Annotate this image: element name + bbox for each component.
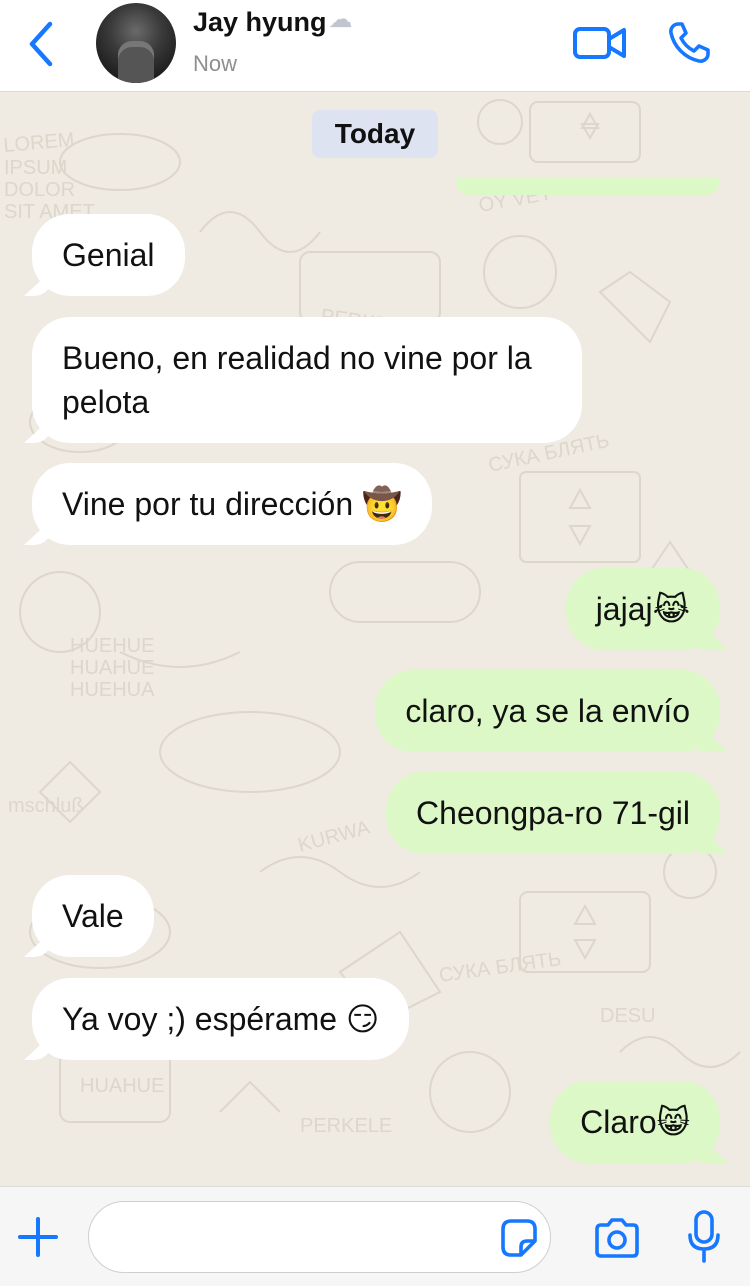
svg-text:mschluß: mschluß [8, 795, 84, 817]
message-outgoing[interactable]: claro, ya se la envío [375, 670, 720, 752]
message-outgoing[interactable]: jajaj😹 [565, 568, 720, 650]
phone-icon [669, 22, 710, 63]
svg-text:PERKELE: PERKELE [300, 1115, 392, 1137]
video-camera-icon [573, 27, 626, 59]
message-composer [0, 1186, 750, 1286]
message-incoming[interactable]: Vine por tu dirección 🤠 [32, 463, 432, 545]
svg-text:DESU: DESU [600, 1005, 656, 1027]
message-text: jajaj [595, 591, 653, 627]
sticker-icon [501, 1219, 537, 1257]
camera-button[interactable] [593, 1217, 641, 1259]
message-text: Claro [580, 1104, 657, 1140]
message-input[interactable] [88, 1201, 551, 1273]
svg-text:HUEHUE: HUEHUE [70, 635, 154, 657]
message-text: Bueno, en realidad no vine por la pelota [62, 340, 532, 420]
microphone-icon [688, 1210, 720, 1263]
message-text: Genial [62, 237, 155, 273]
date-separator: Today [312, 110, 438, 158]
message-text: Ya voy ;) espérame [62, 1001, 338, 1037]
message-text: Cheongpa-ro 71-gil [416, 795, 690, 831]
message-incoming[interactable]: Ya voy ;) espérame 😏 [32, 978, 410, 1060]
smirk-emoji-icon: 😏 [345, 1000, 380, 1038]
message-text: Vine por tu dirección [62, 486, 354, 522]
grinning-cat-emoji-icon: 😸 [656, 1103, 690, 1141]
attach-button[interactable] [16, 1215, 60, 1259]
camera-icon [595, 1218, 639, 1258]
cowboy-emoji-icon: 🤠 [362, 485, 402, 523]
video-call-button[interactable] [572, 24, 628, 62]
svg-text:HUAHUE: HUAHUE [80, 1075, 164, 1097]
svg-text:IPSUM: IPSUM [4, 157, 67, 179]
svg-text:HUEHUA: HUEHUA [70, 679, 155, 701]
message-text: Vale [62, 898, 124, 934]
chat-header: Jay hyung ☁ Now [0, 0, 750, 92]
message-incoming[interactable]: Genial [32, 214, 185, 296]
cloud-icon: ☁ [328, 5, 353, 33]
chevron-left-icon [29, 21, 53, 67]
contact-name[interactable]: Jay hyung ☁ [193, 7, 353, 38]
voice-message-button[interactable] [686, 1209, 722, 1265]
contact-name-text: Jay hyung [193, 7, 327, 37]
previous-message-bubble[interactable] [455, 177, 720, 195]
chat-area[interactable]: LOREM IPSUM DOLOR SIT AMET OY VEY PERKEL… [0, 92, 750, 1186]
contact-status: Now [193, 51, 238, 76]
sticker-button[interactable] [497, 1217, 539, 1259]
cat-tears-of-joy-emoji-icon: 😹 [652, 590, 690, 628]
svg-text:HUAHUE: HUAHUE [70, 657, 154, 679]
message-text: claro, ya se la envío [405, 693, 690, 729]
svg-text:DOLOR: DOLOR [4, 179, 75, 201]
plus-icon [18, 1217, 58, 1257]
svg-text:KURWA: KURWA [296, 816, 373, 856]
message-incoming[interactable]: Vale [32, 875, 154, 957]
back-button[interactable] [22, 16, 62, 72]
message-outgoing[interactable]: Cheongpa-ro 71-gil [386, 772, 720, 854]
svg-text:СУКА БЛЯТЬ: СУКА БЛЯТЬ [438, 948, 563, 987]
voice-call-button[interactable] [666, 20, 712, 66]
message-outgoing[interactable]: Claro😸 [550, 1081, 720, 1163]
avatar[interactable] [96, 3, 176, 83]
message-incoming[interactable]: Bueno, en realidad no vine por la pelota [32, 317, 582, 443]
